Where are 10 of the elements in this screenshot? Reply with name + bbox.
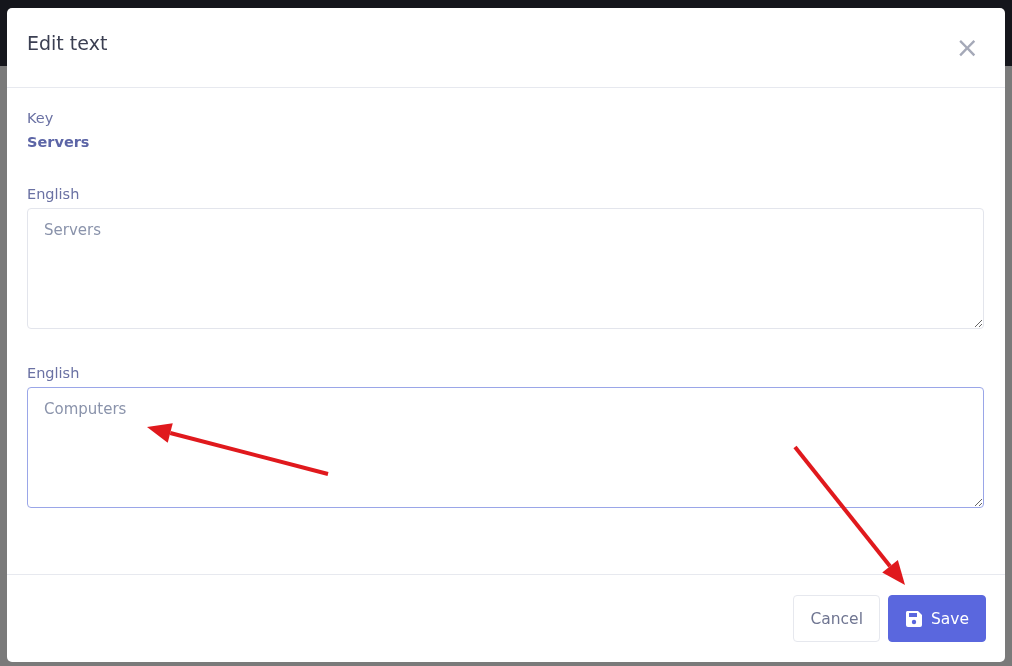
- key-value: Servers: [27, 134, 91, 150]
- field-label: English: [27, 365, 81, 381]
- dialog-title: Edit text: [27, 31, 108, 54]
- close-button[interactable]: ×: [949, 31, 985, 64]
- field-label: Key: [27, 110, 55, 126]
- text-area[interactable]: Computers: [27, 387, 984, 508]
- field-label: English: [27, 186, 81, 202]
- cancel-button[interactable]: Cancel: [793, 595, 880, 642]
- save-button[interactable]: Save: [887, 595, 986, 642]
- text-area[interactable]: Servers: [27, 208, 984, 329]
